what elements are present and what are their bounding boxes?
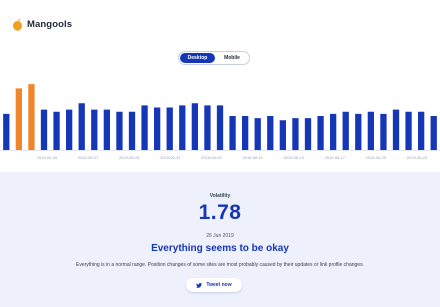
- chart-bar[interactable]: [103, 109, 110, 150]
- chart-bar[interactable]: [91, 109, 98, 150]
- chart-bar[interactable]: [317, 116, 324, 150]
- volatility-panel: Volatility 1.78 26 Jun 2019 Everything s…: [0, 172, 440, 307]
- chart-bar[interactable]: [355, 113, 362, 151]
- chart-bar[interactable]: [116, 111, 123, 150]
- brand[interactable]: Mangools: [12, 16, 72, 32]
- volatility-chart: 2019-05-26 2019-05-27 2019-05-28 2019-05-31…: [0, 84, 440, 160]
- chart-bar[interactable]: [242, 116, 249, 150]
- chart-bar[interactable]: [267, 116, 274, 150]
- chart-bar[interactable]: [304, 118, 312, 151]
- status-heading: Everything seems to be okay: [151, 243, 289, 254]
- chart-bar[interactable]: [28, 84, 35, 151]
- x-tick-label: 2019-05-26: [37, 155, 58, 160]
- brand-name: Mangools: [27, 18, 73, 30]
- chart-bar[interactable]: [229, 116, 236, 150]
- chart-bar[interactable]: [166, 107, 173, 151]
- x-tick-label: 2019-06-20: [366, 155, 387, 160]
- chart-section: Mangools Desktop Mobile 2019-05-26 2019-0…: [0, 0, 440, 172]
- chart-bar[interactable]: [191, 103, 198, 150]
- chart-bar[interactable]: [279, 120, 286, 150]
- chart-bar[interactable]: [367, 111, 374, 150]
- chart-bar[interactable]: [430, 116, 437, 150]
- chart-bar[interactable]: [254, 118, 261, 151]
- chart-bar[interactable]: [380, 113, 387, 151]
- chart-bar[interactable]: [15, 88, 22, 150]
- tweet-now-button[interactable]: Tweet now: [186, 278, 242, 292]
- x-tick-label: 2019-06-14: [283, 155, 304, 160]
- chart-bar[interactable]: [3, 113, 10, 151]
- chart-bar[interactable]: [66, 109, 73, 150]
- tweet-now-label: Tweet now: [206, 282, 232, 288]
- chart-bar[interactable]: [53, 111, 60, 150]
- chart-bar[interactable]: [330, 113, 337, 151]
- x-tick-label: 2019-05-28: [119, 155, 140, 160]
- chart-bar[interactable]: [78, 103, 85, 150]
- x-tick-label: 2019-06-11: [243, 155, 264, 160]
- chart-bar[interactable]: [292, 118, 299, 151]
- x-tick-label: 2019-05-27: [78, 155, 99, 160]
- volatility-label: Volatility: [209, 193, 231, 199]
- x-tick-label: 2019-06-17: [325, 155, 346, 160]
- mobile-toggle-button[interactable]: Mobile: [215, 53, 249, 63]
- device-toggle: Desktop Mobile: [178, 51, 250, 65]
- chart-bar[interactable]: [179, 105, 186, 151]
- chart-bar[interactable]: [204, 105, 211, 151]
- x-tick-label: 2019-05-31: [160, 155, 181, 160]
- chart-bar[interactable]: [418, 111, 425, 150]
- twitter-bird-icon: [196, 282, 203, 288]
- volatility-value: 1.78: [198, 201, 242, 224]
- x-tick-label: 2019-06-23: [407, 155, 428, 160]
- chart-bar[interactable]: [128, 111, 136, 150]
- chart-bar[interactable]: [405, 111, 412, 150]
- volatility-date: 26 Jun 2019: [206, 233, 234, 239]
- chart-bar[interactable]: [216, 105, 224, 151]
- chart-bar[interactable]: [342, 111, 349, 150]
- status-description: Everything is in a normal range. Positio…: [76, 262, 364, 268]
- chart-bar[interactable]: [40, 109, 48, 150]
- desktop-toggle-button[interactable]: Desktop: [180, 53, 215, 63]
- mango-icon: [13, 18, 22, 31]
- chart-bar[interactable]: [154, 107, 161, 151]
- x-tick-label: 2019-06-05: [201, 155, 222, 160]
- chart-bar[interactable]: [141, 105, 148, 151]
- chart-bar[interactable]: [392, 109, 400, 150]
